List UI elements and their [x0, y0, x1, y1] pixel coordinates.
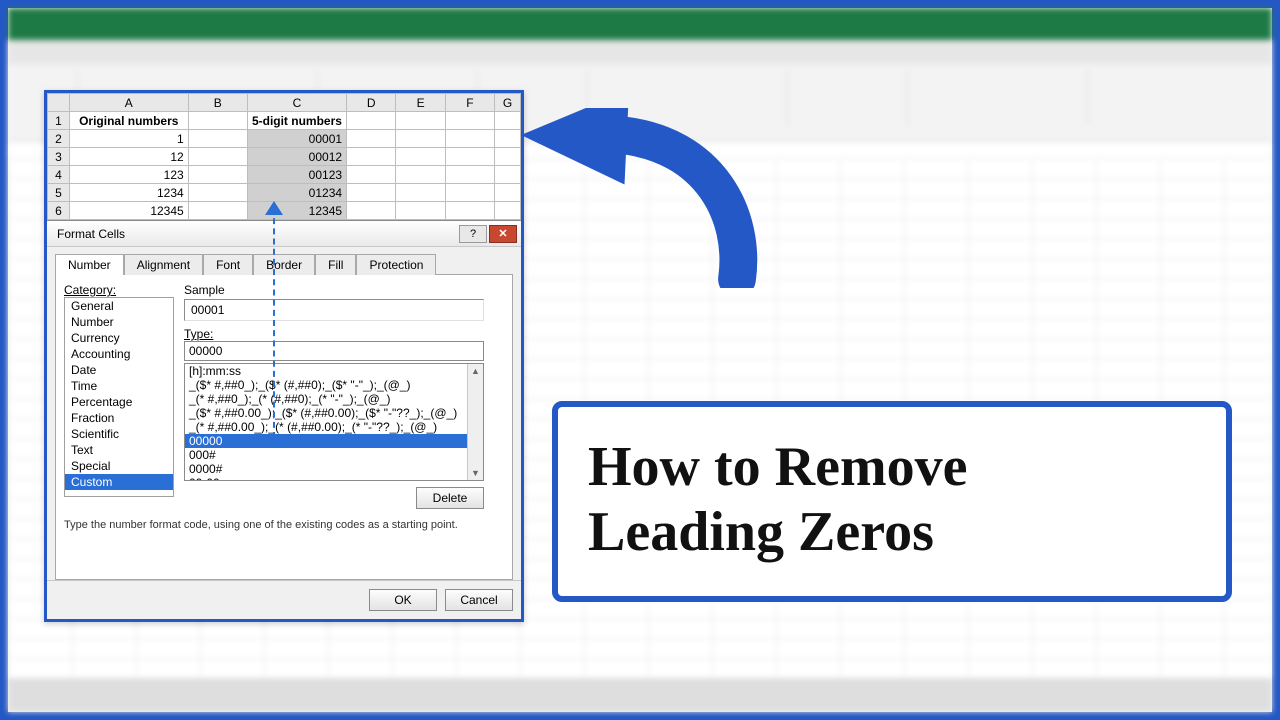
- category-label: Category:: [64, 283, 174, 297]
- type-option[interactable]: [h]:mm:ss: [185, 364, 483, 378]
- mini-spreadsheet: A B C D E F G 1 Original numbers 5-digit…: [47, 93, 521, 220]
- cell-a[interactable]: 12345: [69, 202, 188, 220]
- category-item[interactable]: Number: [65, 314, 173, 330]
- type-option[interactable]: 00000: [185, 434, 483, 448]
- type-list[interactable]: [h]:mm:ss_($* #,##0_);_($* (#,##0);_($* …: [184, 363, 484, 481]
- arrowhead-icon: [265, 201, 283, 215]
- tab-protection[interactable]: Protection: [356, 254, 436, 275]
- category-item[interactable]: Text: [65, 442, 173, 458]
- type-option[interactable]: _(* #,##0.00_);_(* (#,##0.00);_(* "-"??_…: [185, 420, 483, 434]
- col-C[interactable]: C: [247, 94, 346, 112]
- col-F[interactable]: F: [445, 94, 494, 112]
- cell-c[interactable]: 00123: [247, 166, 346, 184]
- col-G[interactable]: G: [495, 94, 521, 112]
- row-hdr[interactable]: 3: [48, 148, 70, 166]
- row-hdr[interactable]: 5: [48, 184, 70, 202]
- dialog-titlebar[interactable]: Format Cells ? ✕: [47, 221, 521, 247]
- col-E[interactable]: E: [396, 94, 445, 112]
- sample-value: 00001: [184, 299, 484, 321]
- category-item[interactable]: Currency: [65, 330, 173, 346]
- header-5digit[interactable]: 5-digit numbers: [247, 112, 346, 130]
- help-icon[interactable]: ?: [459, 225, 487, 243]
- caption-line2: Leading Zeros: [588, 501, 934, 563]
- type-list-scrollbar[interactable]: [467, 364, 483, 480]
- dialog-title: Format Cells: [57, 227, 125, 241]
- category-item[interactable]: Fraction: [65, 410, 173, 426]
- tab-border[interactable]: Border: [253, 254, 315, 275]
- category-item[interactable]: Time: [65, 378, 173, 394]
- col-D[interactable]: D: [347, 94, 396, 112]
- category-item[interactable]: Accounting: [65, 346, 173, 362]
- category-item[interactable]: Custom: [65, 474, 173, 490]
- column-headers: A B C D E F G: [48, 94, 521, 112]
- format-cells-dialog: Format Cells ? ✕ NumberAlignmentFontBord…: [47, 220, 521, 619]
- tab-fill[interactable]: Fill: [315, 254, 356, 275]
- tab-alignment[interactable]: Alignment: [124, 254, 203, 275]
- close-icon[interactable]: ✕: [489, 225, 517, 243]
- type-option[interactable]: _($* #,##0.00_);_($* (#,##0.00);_($* "-"…: [185, 406, 483, 420]
- row-hdr[interactable]: 6: [48, 202, 70, 220]
- type-option[interactable]: _($* #,##0_);_($* (#,##0);_($* "-"_);_(@…: [185, 378, 483, 392]
- cell-a[interactable]: 123: [69, 166, 188, 184]
- col-A[interactable]: A: [69, 94, 188, 112]
- cell-c[interactable]: 12345: [247, 202, 346, 220]
- type-option[interactable]: 0000#: [185, 462, 483, 476]
- category-item[interactable]: Scientific: [65, 426, 173, 442]
- category-item[interactable]: Percentage: [65, 394, 173, 410]
- type-option[interactable]: 000#: [185, 448, 483, 462]
- cell-c[interactable]: 00001: [247, 130, 346, 148]
- cell-c[interactable]: 01234: [247, 184, 346, 202]
- type-option[interactable]: 00-00: [185, 476, 483, 481]
- delete-button[interactable]: Delete: [416, 487, 484, 509]
- tab-number[interactable]: Number: [55, 254, 124, 275]
- cell-a[interactable]: 12: [69, 148, 188, 166]
- outer-frame: A B C D E F G 1 Original numbers 5-digit…: [0, 0, 1280, 720]
- category-item[interactable]: Special: [65, 458, 173, 474]
- type-input[interactable]: [184, 341, 484, 361]
- type-option[interactable]: _(* #,##0_);_(* (#,##0);_(* "-"_);_(@_): [185, 392, 483, 406]
- caption-line1: How to Remove: [588, 436, 967, 498]
- category-item[interactable]: Date: [65, 362, 173, 378]
- category-list[interactable]: GeneralNumberCurrencyAccountingDateTimeP…: [64, 297, 174, 497]
- row-hdr[interactable]: 4: [48, 166, 70, 184]
- sample-label: Sample: [184, 283, 484, 297]
- category-item[interactable]: General: [65, 298, 173, 314]
- tab-font[interactable]: Font: [203, 254, 253, 275]
- format-hint: Type the number format code, using one o…: [64, 519, 504, 531]
- composite-panel: A B C D E F G 1 Original numbers 5-digit…: [44, 90, 524, 622]
- cell-a[interactable]: 1234: [69, 184, 188, 202]
- cancel-button[interactable]: Cancel: [445, 589, 513, 611]
- cell-c[interactable]: 00012: [247, 148, 346, 166]
- cell-a[interactable]: 1: [69, 130, 188, 148]
- col-B[interactable]: B: [188, 94, 247, 112]
- caption-box: How to Remove Leading Zeros: [552, 401, 1232, 602]
- row-hdr[interactable]: 2: [48, 130, 70, 148]
- type-label: Type:: [184, 327, 484, 341]
- ok-button[interactable]: OK: [369, 589, 437, 611]
- header-original[interactable]: Original numbers: [69, 112, 188, 130]
- row-1[interactable]: 1: [48, 112, 70, 130]
- dialog-tabs: NumberAlignmentFontBorderFillProtection: [55, 253, 513, 274]
